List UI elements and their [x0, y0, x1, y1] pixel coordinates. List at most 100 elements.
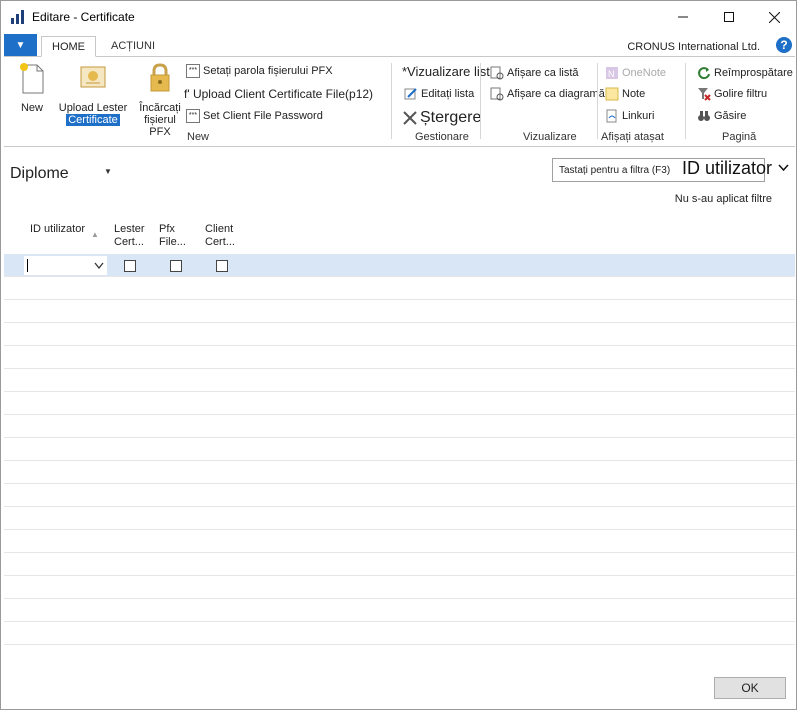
column-header-id-utilizator[interactable]: ID utilizator [30, 223, 85, 236]
note-icon [605, 87, 619, 101]
table-row [4, 300, 795, 323]
table-row [4, 323, 795, 346]
note-button[interactable]: Note [605, 86, 645, 102]
table-row [4, 392, 795, 415]
pfx-file-checkbox[interactable] [170, 260, 182, 272]
vizualizare-lista-label: *Vizualizare listă [402, 63, 498, 79]
password-icon: *** [186, 64, 200, 78]
title-bar: Editare - Certificate [1, 1, 796, 33]
column-label: Lester [114, 223, 145, 235]
stergere-label: Ștergere [420, 109, 482, 126]
title-dropdown-icon[interactable]: ▼ [104, 167, 112, 176]
table-row [4, 484, 795, 507]
reimprospatare-label: Reîmprospătare [714, 67, 793, 79]
password-icon: *** [186, 109, 200, 123]
table-row [4, 507, 795, 530]
new-button[interactable]: New [14, 61, 50, 114]
sort-ascending-icon: ▲ [91, 230, 99, 239]
upload-lester-label-1: Upload Lester [58, 102, 128, 114]
group-label-new: New [187, 131, 210, 143]
table-row [4, 369, 795, 392]
filter-placeholder: Tastați pentru a filtra (F3) [559, 165, 671, 176]
column-header-lester-cert[interactable]: Lester Cert... [114, 223, 145, 249]
incarcati-label-1: Încărcați [139, 102, 181, 114]
close-button[interactable] [751, 1, 797, 33]
binoculars-icon [698, 111, 710, 121]
chevron-down-icon: ▼ [15, 39, 26, 51]
table-row [4, 599, 795, 622]
lock-key-icon [150, 63, 170, 92]
chevron-down-icon[interactable] [778, 164, 789, 172]
golire-filtru-label: Golire filtru [714, 88, 768, 100]
upload-lester-certificate-button[interactable]: Upload Lester Certificate [56, 61, 130, 126]
incarcati-pfx-button[interactable]: Încărcați fișierul PFX [132, 61, 188, 138]
editati-lista-label: Editați lista [421, 88, 475, 100]
chevron-down-icon[interactable] [94, 262, 104, 270]
list-view-icon [490, 66, 504, 80]
table-row [4, 415, 795, 438]
column-header-pfx-file[interactable]: Pfx File... [159, 223, 186, 249]
table-row [4, 461, 795, 484]
group-label-atasat: Afișați atașat [601, 131, 664, 143]
column-header-client-cert[interactable]: Client Cert... [205, 223, 235, 249]
tab-actions[interactable]: ACȚIUNI [101, 36, 165, 57]
column-label: Client [205, 223, 234, 235]
window-title: Editare - Certificate [32, 10, 135, 24]
id-utilizator-input[interactable] [24, 256, 107, 275]
page-title: Diplome [10, 165, 69, 182]
vizualizare-lista-button[interactable]: *Vizualizare listă [402, 63, 497, 79]
upload-client-certificate-button[interactable]: f' Upload Client Certificate File(p12) [184, 86, 373, 102]
afisare-diagrama-label: Afișare ca diagramă [507, 88, 605, 100]
data-grid [4, 254, 795, 645]
reimprospatare-button[interactable]: Reîmprospătare [697, 65, 793, 81]
onenote-label: OneNote [622, 67, 667, 79]
table-row [4, 277, 795, 300]
chart-view-icon [490, 87, 504, 101]
ok-button[interactable]: OK [714, 677, 786, 699]
table-row [4, 346, 795, 369]
set-pfx-password-button[interactable]: *** Setați parola fișierului PFX [186, 63, 333, 79]
ribbon-tabs: ▼ HOME ACȚIUNI CRONUS International Ltd.… [1, 34, 796, 57]
column-label: ID utilizator [30, 223, 86, 235]
help-icon[interactable]: ? [776, 37, 792, 53]
table-row[interactable] [4, 254, 795, 277]
note-label: Note [622, 88, 646, 100]
ribbon-separator [685, 63, 686, 139]
afisare-lista-button[interactable]: Afișare ca listă [490, 65, 579, 81]
linkuri-button[interactable]: Linkuri [605, 108, 654, 124]
gasire-button[interactable]: Găsire [697, 108, 746, 124]
stergere-button[interactable]: Ștergere [403, 108, 481, 128]
app-menu-button[interactable]: ▼ [4, 34, 37, 56]
group-label-pagina: Pagină [722, 131, 757, 143]
group-label-vizualizare: Vizualizare [523, 131, 577, 143]
text-cursor [27, 259, 28, 272]
minimize-button[interactable] [660, 1, 706, 33]
tab-home[interactable]: HOME [41, 36, 96, 57]
ribbon-separator [480, 63, 481, 139]
onenote-button[interactable]: N OneNote [605, 65, 666, 81]
table-row [4, 576, 795, 599]
link-icon [606, 109, 617, 123]
golire-filtru-button[interactable]: Golire filtru [697, 86, 767, 102]
maximize-button[interactable] [706, 1, 752, 33]
window: Editare - Certificate ▼ HOME ACȚIUNI CRO… [0, 0, 797, 710]
client-cert-checkbox[interactable] [216, 260, 228, 272]
editati-lista-button[interactable]: Editați lista [404, 86, 474, 102]
table-row [4, 553, 795, 576]
lester-cert-checkbox[interactable] [124, 260, 136, 272]
delete-icon [403, 111, 417, 125]
refresh-icon [698, 67, 710, 80]
new-label: New [20, 102, 43, 114]
clear-filter-icon [698, 88, 711, 101]
set-client-password-button[interactable]: *** Set Client File Password [186, 108, 323, 124]
ribbon-separator [597, 63, 598, 139]
upload-client-certificate-label: f' Upload Client Certificate File(p12) [184, 87, 374, 101]
upload-lester-label-2: Certificate [66, 114, 120, 126]
minimize-icon [678, 16, 688, 18]
filter-field-selector[interactable]: ID utilizator [682, 158, 772, 179]
close-icon [768, 11, 780, 23]
certificate-icon [80, 66, 106, 88]
linkuri-label: Linkuri [622, 110, 655, 122]
set-pfx-password-label: Setați parola fișierului PFX [203, 65, 333, 77]
afisare-diagrama-button[interactable]: Afișare ca diagramă [490, 86, 605, 102]
